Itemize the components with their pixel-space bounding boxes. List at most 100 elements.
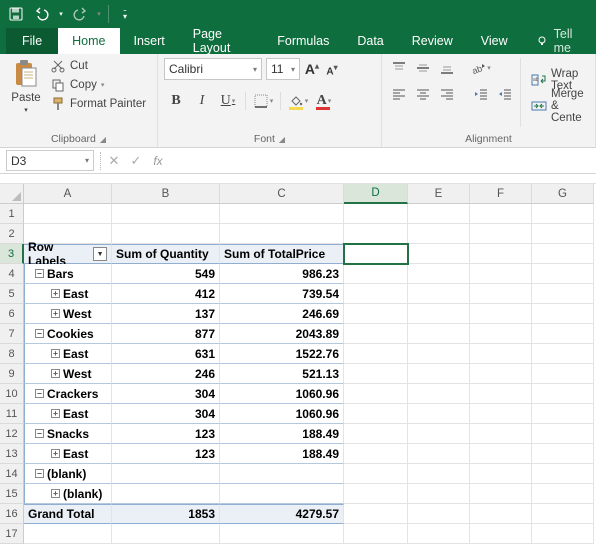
expand-icon[interactable]: + [51, 409, 60, 418]
cell-A[interactable] [24, 524, 112, 544]
cell-D[interactable] [344, 284, 408, 304]
row-header-4[interactable]: 4 [0, 264, 24, 284]
redo-dropdown-icon[interactable]: ▾ [94, 3, 104, 25]
align-bottom-button[interactable] [436, 58, 458, 78]
align-center-button[interactable] [412, 84, 434, 104]
row-header-10[interactable]: 10 [0, 384, 24, 404]
pivot-qty-cell[interactable]: 549 [112, 264, 220, 284]
pivot-price-cell[interactable]: 1522.76 [220, 344, 344, 364]
underline-button[interactable]: U▾ [216, 90, 240, 112]
cell-D[interactable] [344, 504, 408, 524]
decrease-indent-button[interactable] [470, 84, 492, 104]
save-icon[interactable] [4, 3, 28, 25]
expand-icon[interactable]: + [51, 369, 60, 378]
pivot-label-cell[interactable]: +(blank) [24, 484, 112, 504]
cell-D[interactable] [344, 404, 408, 424]
enter-formula-button[interactable]: ✓ [125, 150, 147, 172]
row-header-14[interactable]: 14 [0, 464, 24, 484]
cell-F[interactable] [470, 344, 532, 364]
font-size-selector[interactable]: 11 ▾ [266, 58, 300, 80]
column-header-E[interactable]: E [408, 184, 470, 204]
cancel-formula-button[interactable]: ✕ [103, 150, 125, 172]
cell-D[interactable] [344, 244, 408, 264]
expand-icon[interactable]: + [51, 309, 60, 318]
cell-F[interactable] [470, 304, 532, 324]
pivot-qty-cell[interactable]: 123 [112, 424, 220, 444]
column-header-B[interactable]: B [112, 184, 220, 204]
cell-F[interactable] [470, 284, 532, 304]
pivot-qty-cell[interactable]: 304 [112, 384, 220, 404]
pivot-qty-cell[interactable] [112, 464, 220, 484]
cell-F[interactable] [470, 364, 532, 384]
pivot-qty-cell[interactable]: 631 [112, 344, 220, 364]
cell-E[interactable] [408, 424, 470, 444]
cut-button[interactable]: Cut [50, 58, 146, 74]
cell-G[interactable] [532, 224, 594, 244]
collapse-icon[interactable]: − [35, 269, 44, 278]
pivot-qty-cell[interactable]: 877 [112, 324, 220, 344]
cell-B[interactable] [112, 204, 220, 224]
spreadsheet-grid[interactable]: ABCDEFG 123Row Labels▼Sum of QuantitySum… [0, 184, 596, 544]
fill-color-button[interactable]: ▾ [286, 90, 310, 112]
pivot-label-cell[interactable]: +East [24, 344, 112, 364]
collapse-icon[interactable]: − [35, 469, 44, 478]
cell-G[interactable] [532, 344, 594, 364]
cell-F[interactable] [470, 324, 532, 344]
tell-me-search[interactable]: Tell me [522, 28, 596, 54]
pivot-label-cell[interactable]: +West [24, 364, 112, 384]
cell-G[interactable] [532, 364, 594, 384]
cell-B[interactable] [112, 524, 220, 544]
pivot-label-cell[interactable]: −Bars [24, 264, 112, 284]
cell-D[interactable] [344, 524, 408, 544]
cell-G[interactable] [532, 244, 594, 264]
clipboard-launcher-icon[interactable]: ◢ [100, 135, 106, 144]
cell-F[interactable] [470, 504, 532, 524]
column-header-D[interactable]: D [344, 184, 408, 204]
align-right-button[interactable] [436, 84, 458, 104]
column-header-G[interactable]: G [532, 184, 594, 204]
cell-F[interactable] [470, 524, 532, 544]
align-top-button[interactable] [388, 58, 410, 78]
cell-G[interactable] [532, 204, 594, 224]
cell-B[interactable] [112, 224, 220, 244]
row-header-2[interactable]: 2 [0, 224, 24, 244]
pivot-price-cell[interactable]: 1060.96 [220, 404, 344, 424]
pivot-sum-price-header[interactable]: Sum of TotalPrice [220, 244, 344, 264]
paste-dropdown-icon[interactable]: ▾ [24, 106, 28, 114]
cell-E[interactable] [408, 404, 470, 424]
row-header-5[interactable]: 5 [0, 284, 24, 304]
data-tab[interactable]: Data [343, 28, 397, 54]
cell-E[interactable] [408, 504, 470, 524]
cell-E[interactable] [408, 524, 470, 544]
pivot-label-cell[interactable]: −Cookies [24, 324, 112, 344]
expand-icon[interactable]: + [51, 489, 60, 498]
cell-G[interactable] [532, 524, 594, 544]
pivot-price-cell[interactable]: 739.54 [220, 284, 344, 304]
select-all-corner[interactable] [0, 184, 24, 204]
home-tab[interactable]: Home [58, 28, 119, 54]
row-header-7[interactable]: 7 [0, 324, 24, 344]
cell-E[interactable] [408, 304, 470, 324]
row-header-9[interactable]: 9 [0, 364, 24, 384]
pivot-label-cell[interactable]: −Snacks [24, 424, 112, 444]
cell-F[interactable] [470, 264, 532, 284]
cell-D[interactable] [344, 464, 408, 484]
cell-E[interactable] [408, 284, 470, 304]
row-header-11[interactable]: 11 [0, 404, 24, 424]
cell-D[interactable] [344, 304, 408, 324]
cell-F[interactable] [470, 244, 532, 264]
cell-F[interactable] [470, 384, 532, 404]
cell-E[interactable] [408, 464, 470, 484]
cell-D[interactable] [344, 204, 408, 224]
pivot-qty-cell[interactable]: 123 [112, 444, 220, 464]
cell-F[interactable] [470, 464, 532, 484]
pivot-qty-cell[interactable]: 246 [112, 364, 220, 384]
align-left-button[interactable] [388, 84, 410, 104]
cell-G[interactable] [532, 284, 594, 304]
font-color-button[interactable]: A ▾ [312, 90, 336, 112]
pivot-qty-cell[interactable]: 304 [112, 404, 220, 424]
qat-customize-icon[interactable]: ━▾ [113, 3, 137, 25]
undo-icon[interactable] [30, 3, 54, 25]
row-header-17[interactable]: 17 [0, 524, 24, 544]
cell-E[interactable] [408, 324, 470, 344]
